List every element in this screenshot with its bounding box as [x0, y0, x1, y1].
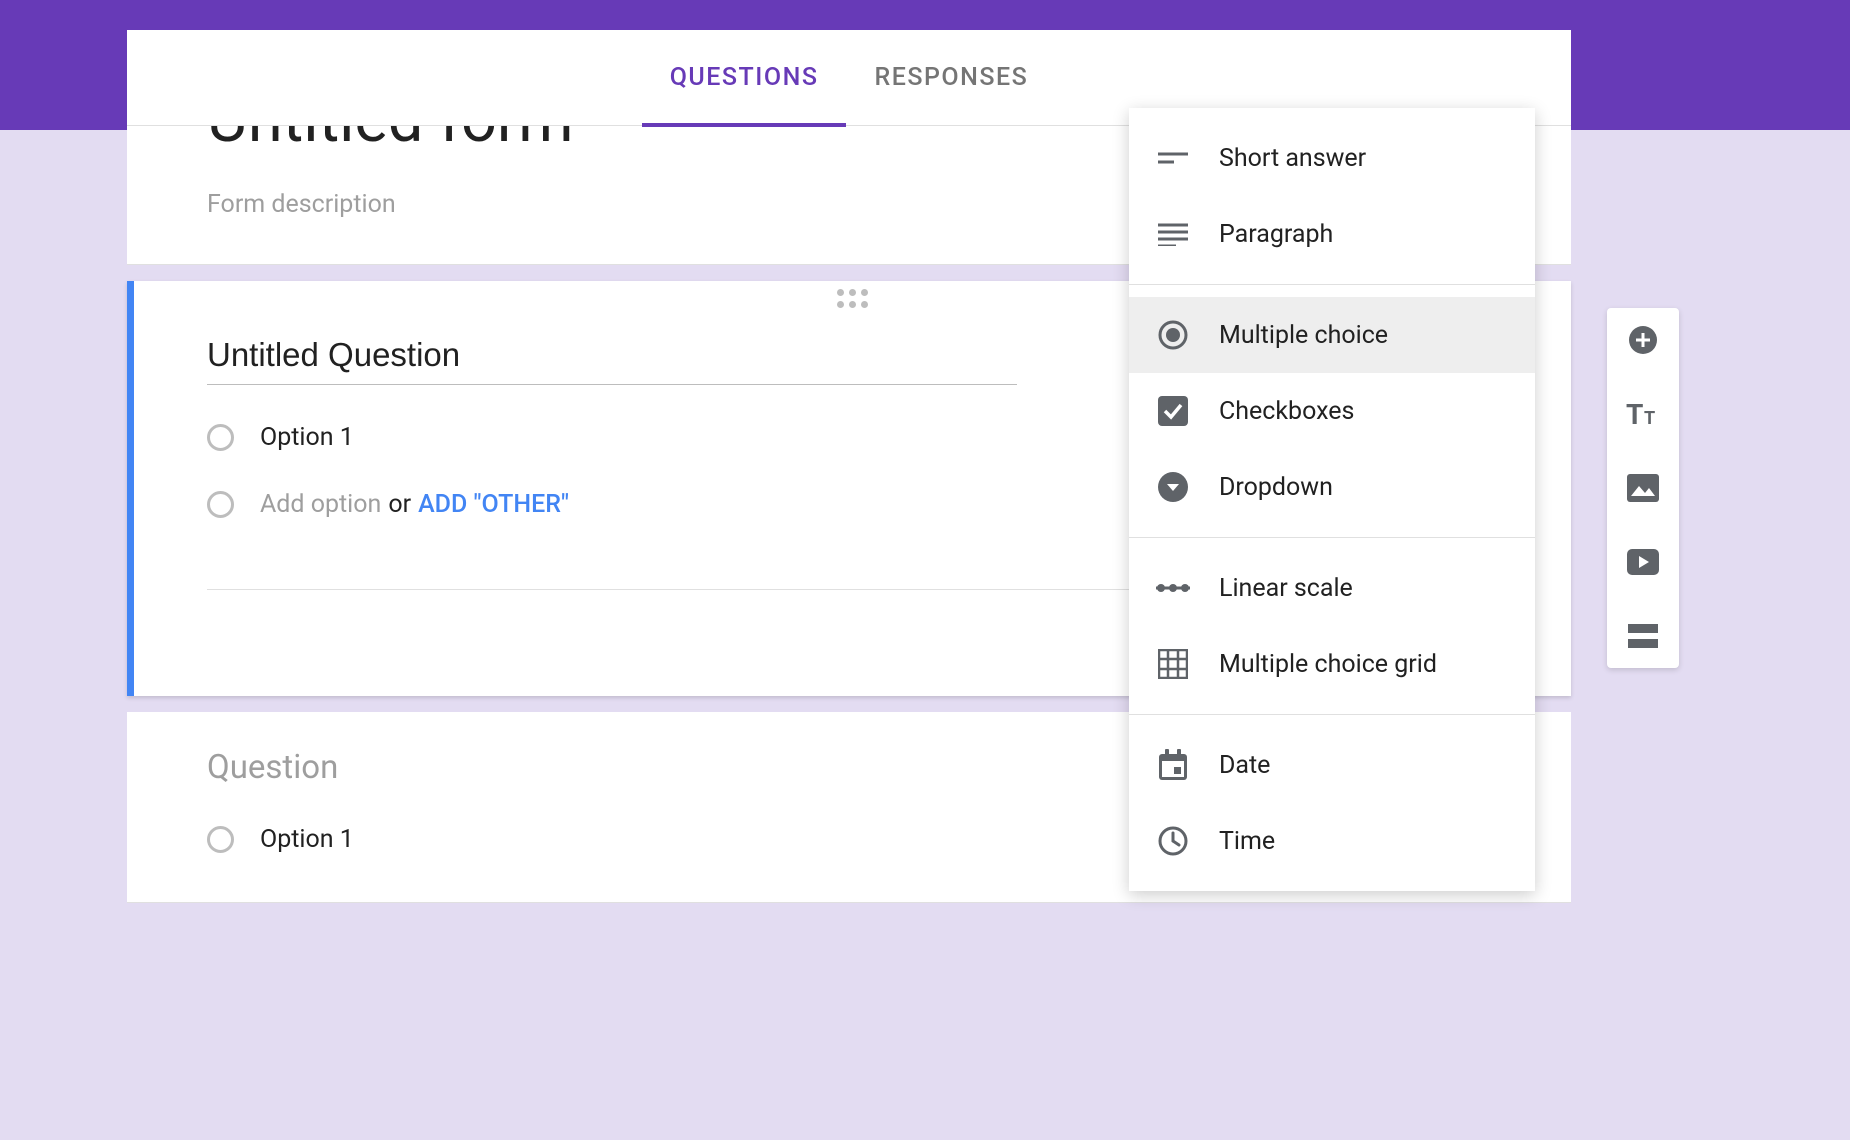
option-label: Option 1	[260, 825, 354, 854]
radio-icon	[207, 424, 234, 451]
checkbox-icon	[1155, 393, 1191, 429]
type-option-date[interactable]: Date	[1129, 727, 1535, 803]
svg-text:T: T	[1626, 400, 1643, 428]
clock-icon	[1155, 823, 1191, 859]
short-answer-icon	[1155, 140, 1191, 176]
type-label: Time	[1219, 827, 1275, 856]
or-text: or	[388, 490, 411, 519]
type-label: Checkboxes	[1219, 397, 1354, 426]
question-type-dropdown: Short answer Paragraph Multiple choice C…	[1129, 108, 1535, 891]
type-label: Short answer	[1219, 144, 1366, 173]
type-option-grid[interactable]: Multiple choice grid	[1129, 626, 1535, 702]
radio-icon	[207, 491, 234, 518]
add-other-button[interactable]: ADD "OTHER"	[418, 490, 569, 519]
tab-responses[interactable]: RESPONSES	[846, 30, 1056, 126]
radio-selected-icon	[1155, 317, 1191, 353]
option-label[interactable]: Option 1	[260, 423, 354, 452]
text-icon: TT	[1626, 400, 1660, 428]
plus-circle-icon	[1627, 324, 1659, 356]
question-title-input[interactable]	[207, 336, 1017, 385]
type-label: Linear scale	[1219, 574, 1353, 603]
type-option-linear-scale[interactable]: Linear scale	[1129, 550, 1535, 626]
video-icon	[1627, 549, 1659, 575]
linear-scale-icon	[1155, 570, 1191, 606]
add-video-button[interactable]	[1625, 544, 1661, 580]
type-label: Paragraph	[1219, 220, 1333, 249]
type-option-dropdown[interactable]: Dropdown	[1129, 449, 1535, 525]
calendar-icon	[1155, 747, 1191, 783]
type-label: Date	[1219, 751, 1270, 780]
add-image-button[interactable]	[1625, 470, 1661, 506]
drag-handle-icon	[837, 289, 868, 308]
type-option-multiple-choice[interactable]: Multiple choice	[1129, 297, 1535, 373]
tab-questions[interactable]: QUESTIONS	[642, 30, 847, 126]
grid-icon	[1155, 646, 1191, 682]
add-question-button[interactable]	[1625, 322, 1661, 358]
type-option-time[interactable]: Time	[1129, 803, 1535, 879]
image-icon	[1627, 474, 1659, 502]
type-option-short-answer[interactable]: Short answer	[1129, 120, 1535, 196]
section-icon	[1628, 624, 1658, 648]
radio-icon	[207, 826, 234, 853]
add-title-button[interactable]: TT	[1625, 396, 1661, 432]
add-section-button[interactable]	[1625, 618, 1661, 654]
paragraph-icon	[1155, 216, 1191, 252]
add-option-button[interactable]: Add option	[260, 490, 381, 519]
type-option-checkboxes[interactable]: Checkboxes	[1129, 373, 1535, 449]
svg-text:T: T	[1644, 408, 1655, 428]
type-label: Multiple choice	[1219, 321, 1388, 350]
type-label: Dropdown	[1219, 473, 1333, 502]
dropdown-icon	[1155, 469, 1191, 505]
type-option-paragraph[interactable]: Paragraph	[1129, 196, 1535, 272]
type-label: Multiple choice grid	[1219, 650, 1437, 679]
side-toolbar: TT	[1607, 308, 1679, 668]
